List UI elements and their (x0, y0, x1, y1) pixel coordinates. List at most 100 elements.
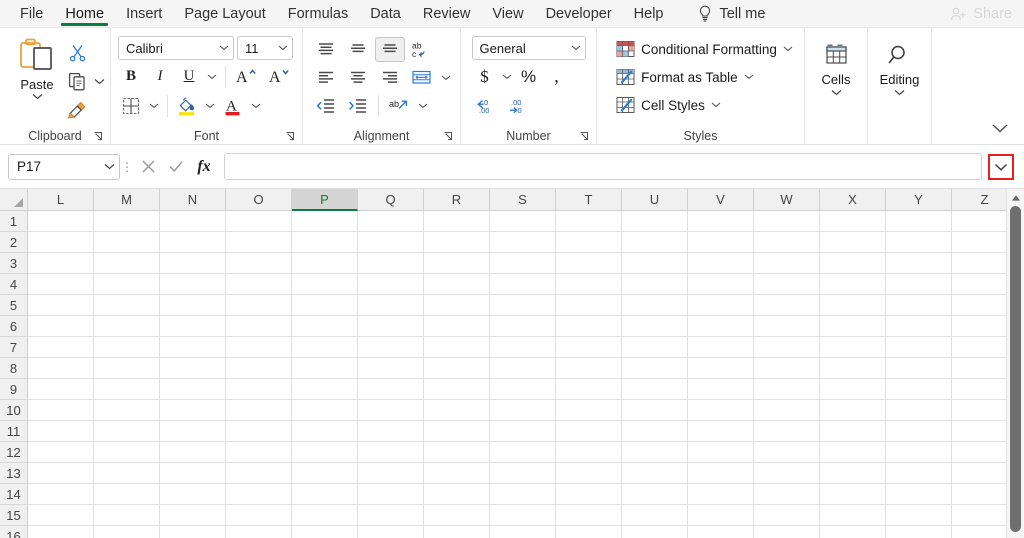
cell-R7[interactable] (424, 337, 490, 358)
cell-U15[interactable] (622, 505, 688, 526)
cell-T14[interactable] (556, 484, 622, 505)
cell-T10[interactable] (556, 400, 622, 421)
cell-Q10[interactable] (358, 400, 424, 421)
cell-L15[interactable] (28, 505, 94, 526)
cell-V1[interactable] (688, 211, 754, 232)
cell-W14[interactable] (754, 484, 820, 505)
cell-W11[interactable] (754, 421, 820, 442)
cell-M5[interactable] (94, 295, 160, 316)
cut-button[interactable] (64, 40, 90, 64)
cell-X11[interactable] (820, 421, 886, 442)
cell-S12[interactable] (490, 442, 556, 463)
row-header-4[interactable]: 4 (0, 274, 28, 295)
chevron-down-icon[interactable] (831, 89, 842, 96)
cell-Y9[interactable] (886, 379, 952, 400)
cell-Y10[interactable] (886, 400, 952, 421)
cell-M10[interactable] (94, 400, 160, 421)
insert-function-button[interactable]: fx (190, 154, 218, 180)
cell-T1[interactable] (556, 211, 622, 232)
cell-X4[interactable] (820, 274, 886, 295)
cell-O10[interactable] (226, 400, 292, 421)
increase-font-size-button[interactable]: A (232, 64, 262, 89)
formula-bar-grip[interactable]: ⋮ (120, 160, 134, 174)
cell-R15[interactable] (424, 505, 490, 526)
fill-color-button[interactable] (174, 93, 200, 118)
decrease-font-size-button[interactable]: A (265, 64, 295, 89)
cell-M2[interactable] (94, 232, 160, 253)
column-header-Q[interactable]: Q (358, 189, 424, 211)
row-header-11[interactable]: 11 (0, 421, 28, 442)
cell-R5[interactable] (424, 295, 490, 316)
cell-S16[interactable] (490, 526, 556, 538)
cell-S1[interactable] (490, 211, 556, 232)
italic-button[interactable]: I (147, 64, 173, 89)
cell-L13[interactable] (28, 463, 94, 484)
cell-O14[interactable] (226, 484, 292, 505)
cell-T13[interactable] (556, 463, 622, 484)
cell-M12[interactable] (94, 442, 160, 463)
tab-insert[interactable]: Insert (115, 1, 173, 27)
cell-N2[interactable] (160, 232, 226, 253)
cell-N6[interactable] (160, 316, 226, 337)
align-left-button[interactable] (311, 65, 341, 90)
cell-W13[interactable] (754, 463, 820, 484)
copy-chevron-down-icon[interactable] (92, 69, 106, 93)
formula-input[interactable] (224, 153, 982, 180)
cell-Y16[interactable] (886, 526, 952, 538)
cell-T7[interactable] (556, 337, 622, 358)
format-as-table-button[interactable]: Format as Table (616, 65, 793, 89)
cell-O16[interactable] (226, 526, 292, 538)
cell-S11[interactable] (490, 421, 556, 442)
cell-O9[interactable] (226, 379, 292, 400)
cell-U4[interactable] (622, 274, 688, 295)
cell-S6[interactable] (490, 316, 556, 337)
cell-S10[interactable] (490, 400, 556, 421)
row-header-13[interactable]: 13 (0, 463, 28, 484)
cell-O3[interactable] (226, 253, 292, 274)
cell-P12[interactable] (292, 442, 358, 463)
column-header-V[interactable]: V (688, 189, 754, 211)
cell-V14[interactable] (688, 484, 754, 505)
cell-S7[interactable] (490, 337, 556, 358)
row-header-14[interactable]: 14 (0, 484, 28, 505)
align-bottom-button[interactable] (374, 37, 405, 62)
cell-U7[interactable] (622, 337, 688, 358)
cell-Q11[interactable] (358, 421, 424, 442)
cell-Y7[interactable] (886, 337, 952, 358)
column-header-M[interactable]: M (94, 189, 160, 211)
cell-W3[interactable] (754, 253, 820, 274)
cell-T5[interactable] (556, 295, 622, 316)
tab-file[interactable]: File (9, 1, 54, 27)
cell-M14[interactable] (94, 484, 160, 505)
fill-color-chevron-down-icon[interactable] (203, 94, 217, 118)
column-header-N[interactable]: N (160, 189, 226, 211)
cell-Q8[interactable] (358, 358, 424, 379)
cell-V6[interactable] (688, 316, 754, 337)
share-button[interactable]: Share (950, 0, 1012, 28)
cell-L1[interactable] (28, 211, 94, 232)
enter-check-icon[interactable] (162, 154, 190, 180)
cell-N15[interactable] (160, 505, 226, 526)
row-header-6[interactable]: 6 (0, 316, 28, 337)
chevron-down-icon[interactable] (894, 89, 905, 96)
cell-V11[interactable] (688, 421, 754, 442)
cell-T3[interactable] (556, 253, 622, 274)
scroll-up-icon[interactable] (1007, 191, 1024, 205)
cell-Y11[interactable] (886, 421, 952, 442)
decrease-decimal-button[interactable]: .00 0 (504, 93, 534, 118)
cell-N10[interactable] (160, 400, 226, 421)
cell-W4[interactable] (754, 274, 820, 295)
vertical-scrollbar-thumb[interactable] (1010, 206, 1021, 532)
row-header-10[interactable]: 10 (0, 400, 28, 421)
increase-indent-button[interactable] (343, 93, 373, 118)
cell-X16[interactable] (820, 526, 886, 538)
cell-O11[interactable] (226, 421, 292, 442)
row-header-15[interactable]: 15 (0, 505, 28, 526)
cell-X6[interactable] (820, 316, 886, 337)
cell-X13[interactable] (820, 463, 886, 484)
cell-L6[interactable] (28, 316, 94, 337)
chevron-down-icon[interactable] (104, 163, 115, 170)
conditional-formatting-button[interactable]: Conditional Formatting (616, 37, 793, 61)
cell-T11[interactable] (556, 421, 622, 442)
cell-X1[interactable] (820, 211, 886, 232)
